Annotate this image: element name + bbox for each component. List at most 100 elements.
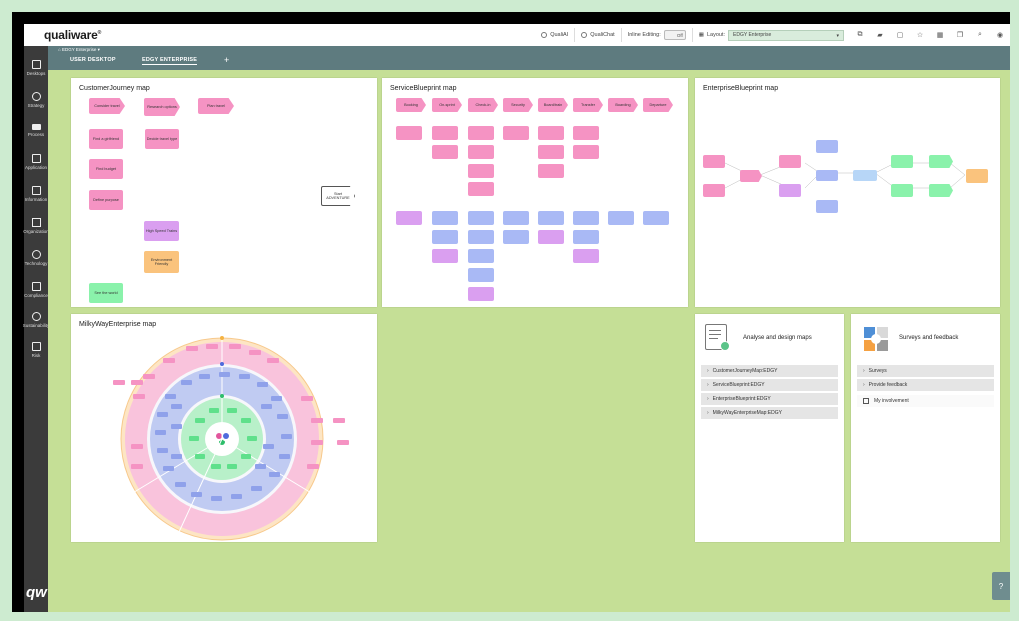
- stage-sticky[interactable]: Boarding: [608, 98, 638, 112]
- sticky-note[interactable]: [538, 145, 564, 159]
- sticky-note[interactable]: [608, 211, 634, 225]
- tab-user-desktop[interactable]: USER DESKTOP: [70, 57, 116, 63]
- stage-sticky[interactable]: Check-in: [468, 98, 498, 112]
- sticky-note[interactable]: High Speed Trains: [144, 221, 179, 241]
- layout-dropdown[interactable]: EDGY Enterprise ▾: [728, 29, 844, 41]
- user-icon[interactable]: ◉: [990, 25, 1010, 45]
- sticky-note[interactable]: [703, 155, 725, 168]
- sticky-note[interactable]: Find budget: [89, 159, 123, 179]
- sticky-note[interactable]: [503, 126, 529, 140]
- stage-sticky[interactable]: Booking: [396, 98, 426, 112]
- sticky-note[interactable]: [816, 200, 838, 213]
- sticky-note[interactable]: [816, 170, 838, 181]
- sticky-note[interactable]: Find a girlfriend: [89, 129, 123, 149]
- pages-icon[interactable]: ❐: [950, 25, 970, 45]
- sticky-note[interactable]: [573, 249, 599, 263]
- sticky-note[interactable]: [538, 211, 564, 225]
- folder-icon[interactable]: ▰: [870, 25, 890, 45]
- list-item[interactable]: › MilkyWayEnterpriseMap:EDGY: [701, 407, 838, 420]
- sticky-note[interactable]: [432, 211, 458, 225]
- sticky-note[interactable]: [929, 155, 953, 168]
- sticky-note[interactable]: Decide travel type: [145, 129, 179, 149]
- list-item[interactable]: › Provide feedback: [857, 379, 994, 392]
- sticky-note[interactable]: Define purpose: [89, 190, 123, 210]
- sticky-note[interactable]: [432, 145, 458, 159]
- list-item[interactable]: › EnterpriseBlueprint:EDGY: [701, 393, 838, 406]
- sticky-note[interactable]: [468, 126, 494, 140]
- sidebar-item-organization[interactable]: Organization: [23, 218, 49, 234]
- search-icon[interactable]: ⌕: [970, 25, 990, 45]
- sticky-note[interactable]: [891, 184, 913, 197]
- stage-sticky[interactable]: Security: [503, 98, 533, 112]
- sticky-note[interactable]: [573, 145, 599, 159]
- sticky-note[interactable]: [503, 230, 529, 244]
- qualiware-logo[interactable]: qualiware®: [44, 28, 101, 42]
- sticky-note[interactable]: [468, 287, 494, 301]
- sticky-note[interactable]: [432, 126, 458, 140]
- stage-sticky[interactable]: Departure: [643, 98, 673, 112]
- tab-edgy-enterprise[interactable]: EDGY ENTERPRISE: [142, 57, 198, 65]
- star-icon[interactable]: ☆: [910, 25, 930, 45]
- stage-sticky[interactable]: On-sprint: [432, 98, 462, 112]
- sticky-note[interactable]: [468, 164, 494, 178]
- sticky-note[interactable]: [468, 145, 494, 159]
- sticky-note[interactable]: [538, 230, 564, 244]
- sidebar-item-application[interactable]: Application: [24, 154, 48, 170]
- sticky-note[interactable]: [538, 126, 564, 140]
- add-tab-button[interactable]: +: [224, 55, 229, 65]
- sticky-note[interactable]: [468, 182, 494, 196]
- sticky-note[interactable]: [468, 268, 494, 282]
- sticky-note[interactable]: Environment Friendly: [144, 251, 179, 273]
- comment-icon[interactable]: ▢: [890, 25, 910, 45]
- sticky-note[interactable]: [779, 155, 801, 168]
- stage-sticky[interactable]: Board/train: [538, 98, 568, 112]
- sticky-note[interactable]: [573, 230, 599, 244]
- list-item[interactable]: › ServiceBlueprint:EDGY: [701, 379, 838, 392]
- sticky-note[interactable]: [538, 164, 564, 178]
- sidebar-item-technology[interactable]: Technology: [24, 250, 48, 266]
- sticky-note[interactable]: [643, 211, 669, 225]
- sticky-note[interactable]: [396, 211, 422, 225]
- service-blueprint-panel[interactable]: ServiceBlueprint map Booking On-sprint C…: [382, 78, 688, 307]
- quali-ai-button[interactable]: QualiAI: [535, 28, 574, 42]
- sidebar-item-desktops[interactable]: Desktops: [24, 60, 48, 76]
- sticky-note[interactable]: [396, 126, 422, 140]
- sticky-note[interactable]: [432, 230, 458, 244]
- grid-icon[interactable]: ▦: [930, 25, 950, 45]
- sticky-note[interactable]: [432, 249, 458, 263]
- customer-journey-panel[interactable]: CustomerJourney map Consider travel Rese…: [71, 78, 377, 307]
- sticky-note[interactable]: Research options: [144, 98, 180, 116]
- sidebar-item-sustainability[interactable]: Sustainability: [23, 312, 49, 328]
- sidebar-item-risk[interactable]: Risk: [24, 342, 48, 358]
- breadcrumb[interactable]: ⌂ EDGY Enterprise ▾: [58, 47, 100, 53]
- help-button[interactable]: ?: [992, 572, 1010, 600]
- sticky-note[interactable]: [503, 211, 529, 225]
- sidebar-item-information[interactable]: Information: [24, 186, 48, 202]
- milkyway-panel[interactable]: MilkyWayEnterprise map: [71, 314, 377, 542]
- sticky-note[interactable]: [573, 126, 599, 140]
- sticky-note[interactable]: [929, 184, 953, 197]
- sticky-note[interactable]: [816, 140, 838, 153]
- sticky-note[interactable]: [891, 155, 913, 168]
- sticky-note[interactable]: Plan travel: [198, 98, 234, 114]
- my-involvement-item[interactable]: My involvement: [857, 395, 994, 408]
- sticky-note[interactable]: Consider travel: [89, 98, 125, 114]
- sticky-note[interactable]: [468, 230, 494, 244]
- sticky-note[interactable]: [853, 170, 877, 181]
- sidebar-item-compliance[interactable]: Compliance: [24, 282, 48, 298]
- sidebar-item-process[interactable]: Process: [24, 124, 48, 137]
- sidebar-item-strategy[interactable]: Strategy: [24, 92, 48, 108]
- inline-editing-toggle[interactable]: Off: [663, 30, 686, 40]
- sticky-note[interactable]: [573, 211, 599, 225]
- list-item[interactable]: › CustomerJourneyMap:EDGY: [701, 365, 838, 378]
- enterprise-blueprint-panel[interactable]: EnterpriseBlueprint map: [695, 78, 1000, 307]
- sticky-note[interactable]: [779, 184, 801, 197]
- stage-sticky[interactable]: Transfer: [573, 98, 603, 112]
- quali-chat-button[interactable]: QualiChat: [574, 28, 620, 42]
- sticky-note[interactable]: [703, 184, 725, 197]
- list-item[interactable]: › Surveys: [857, 365, 994, 378]
- sticky-note[interactable]: See the world: [89, 283, 123, 303]
- sticky-note[interactable]: [468, 249, 494, 263]
- sticky-note[interactable]: [468, 211, 494, 225]
- sticky-note[interactable]: [966, 169, 988, 183]
